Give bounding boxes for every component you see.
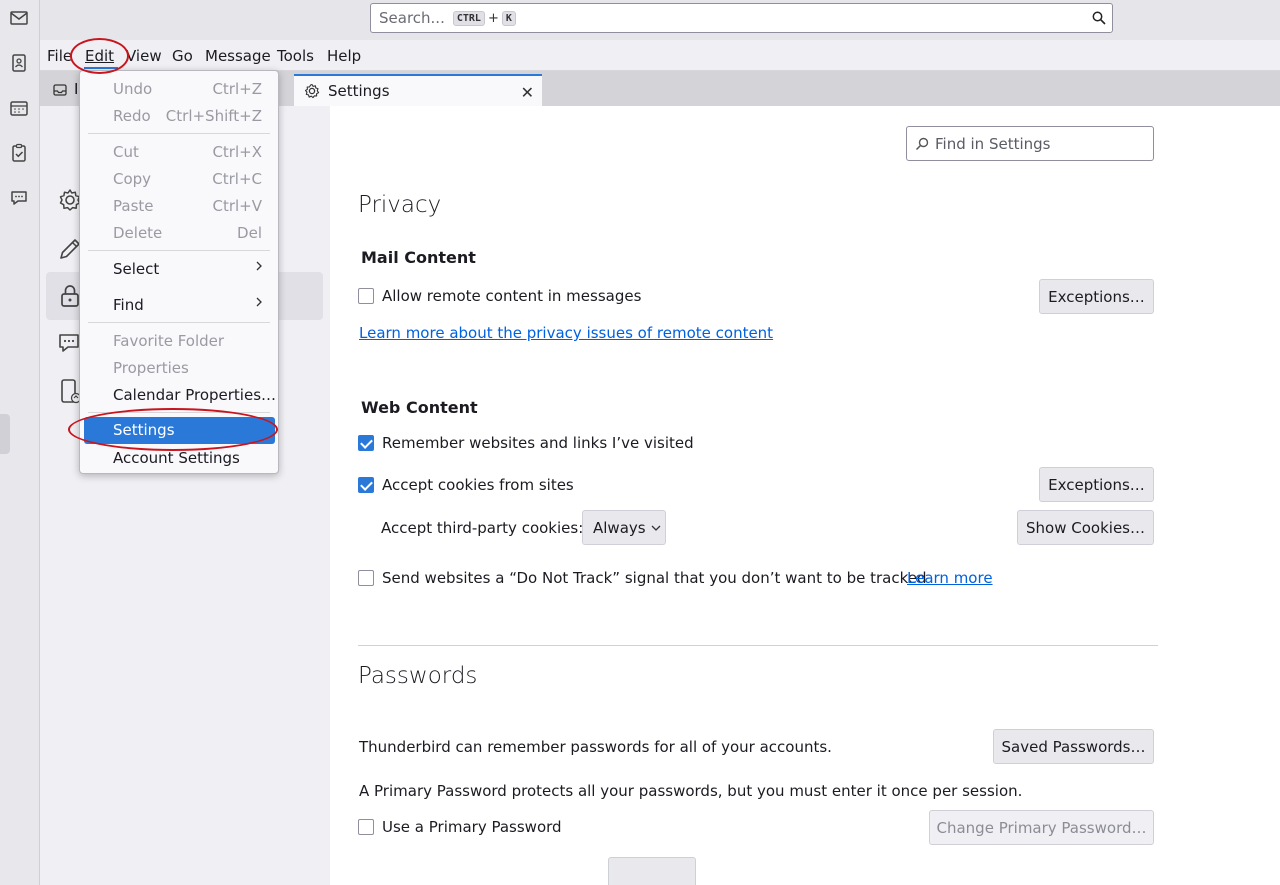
search-icon [915,137,929,150]
menu-item-label: Cut [113,143,139,161]
primary-password-description: A Primary Password protects all your pas… [359,782,1023,800]
privacy-heading: Privacy [358,192,442,218]
remember-passwords-text: Thunderbird can remember passwords for a… [359,738,832,756]
gear-icon [304,83,320,99]
menu-item-undo: Undo Ctrl+Z [84,76,275,103]
do-not-track-learn-more-link[interactable]: Learn more [907,569,993,587]
third-party-cookies-value: Always [593,518,646,537]
tab-mail-label: I [74,80,79,98]
menu-item-shortcut: Ctrl+Shift+Z [165,107,262,125]
chevron-right-icon [256,297,262,307]
menu-item-label: Paste [113,197,154,215]
menu-file[interactable]: File [47,47,72,65]
global-search-input[interactable]: Search... CTRL + K [370,3,1113,33]
section-divider [358,645,1158,646]
remote-content-exceptions-button[interactable]: Exceptions… [1039,279,1154,314]
menu-item-find[interactable]: Find [84,292,275,319]
saved-passwords-button[interactable]: Saved Passwords… [993,729,1154,764]
menu-separator [88,133,270,134]
cookie-exceptions-button[interactable]: Exceptions… [1039,467,1154,502]
use-primary-password-checkbox[interactable] [358,819,374,835]
menu-message[interactable]: Message [205,47,271,65]
close-icon[interactable]: ✕ [521,83,534,102]
menu-item-redo: Redo Ctrl+Shift+Z [84,103,275,130]
menu-item-shortcut: Ctrl+Z [212,80,262,98]
shortcut-plus: + [487,10,499,26]
menu-separator [88,250,270,251]
passwords-heading: Passwords [358,663,478,689]
find-in-settings-input[interactable]: Find in Settings [906,126,1154,161]
spaces-toggle-handle[interactable] [0,414,10,454]
menu-item-properties: Properties [84,355,275,382]
do-not-track-label[interactable]: Send websites a “Do Not Track” signal th… [382,569,927,587]
menu-go[interactable]: Go [172,47,193,65]
chevron-right-icon [256,261,262,271]
calendar-icon[interactable] [7,96,31,120]
menu-item-shortcut: Ctrl+V [212,197,262,215]
menu-item-label: Favorite Folder [113,332,225,350]
tab-mail-home[interactable]: I [44,73,80,106]
menu-bar: File Edit View Go Message Tools Help [40,40,1280,71]
menu-item-label: Calendar Properties… [113,386,277,404]
menu-item-label: Select [113,260,160,278]
shortcut-key-ctrl: CTRL [452,10,485,26]
remember-websites-checkbox[interactable] [358,435,374,451]
inbox-icon [53,84,67,96]
menu-item-favorite-folder: Favorite Folder [84,328,275,355]
menu-view[interactable]: View [126,47,162,65]
menu-item-label: Find [113,296,144,314]
menu-item-label: Redo [113,107,151,125]
tasks-icon[interactable] [7,141,31,165]
menu-item-select[interactable]: Select [84,256,275,283]
do-not-track-checkbox[interactable] [358,570,374,586]
learn-more-remote-content-link[interactable]: Learn more about the privacy issues of r… [359,324,773,342]
tab-settings[interactable]: Settings ✕ [294,74,542,106]
third-party-cookies-select[interactable]: Always [582,510,666,545]
third-party-cookies-label: Accept third-party cookies: [381,519,584,537]
address-book-icon[interactable] [7,51,31,75]
menu-item-label: Properties [113,359,189,377]
annotation-circle-edit [70,38,129,74]
menu-help[interactable]: Help [327,47,361,65]
menu-item-shortcut: Ctrl+C [212,170,262,188]
menu-item-copy: Copy Ctrl+C [84,166,275,193]
find-in-settings-placeholder: Find in Settings [935,134,1051,153]
search-placeholder: Search... [379,9,445,27]
partially-visible-button[interactable] [608,857,696,885]
allow-remote-content-checkbox[interactable] [358,288,374,304]
change-primary-password-button: Change Primary Password… [929,810,1154,845]
accept-cookies-label[interactable]: Accept cookies from sites [382,476,574,494]
menu-item-label: Delete [113,224,163,242]
menu-item-shortcut: Ctrl+X [212,143,262,161]
menu-item-delete: Delete Del [84,220,275,247]
remember-websites-label[interactable]: Remember websites and links I’ve visited [382,434,694,452]
menu-item-label: Account Settings [113,449,240,467]
menu-item-cut: Cut Ctrl+X [84,139,275,166]
chat-icon[interactable] [7,186,31,210]
accept-cookies-checkbox[interactable] [358,477,374,493]
menu-item-shortcut: Del [237,224,262,242]
shortcut-key-k: K [501,10,516,26]
web-content-heading: Web Content [361,398,478,417]
search-icon[interactable] [1092,11,1106,25]
menu-item-label: Copy [113,170,152,188]
menu-item-calendar-properties[interactable]: Calendar Properties… [84,382,277,409]
mail-content-heading: Mail Content [361,248,476,267]
show-cookies-button[interactable]: Show Cookies… [1017,510,1154,545]
menu-separator [88,322,270,323]
menu-item-label: Undo [113,80,153,98]
tab-settings-label: Settings [328,82,390,100]
use-primary-password-label[interactable]: Use a Primary Password [382,818,562,836]
allow-remote-content-label[interactable]: Allow remote content in messages [382,287,641,305]
menu-item-paste: Paste Ctrl+V [84,193,275,220]
mail-icon[interactable] [7,6,31,30]
chevron-down-icon [651,525,661,531]
menu-tools[interactable]: Tools [277,47,314,65]
annotation-circle-settings [68,408,278,451]
